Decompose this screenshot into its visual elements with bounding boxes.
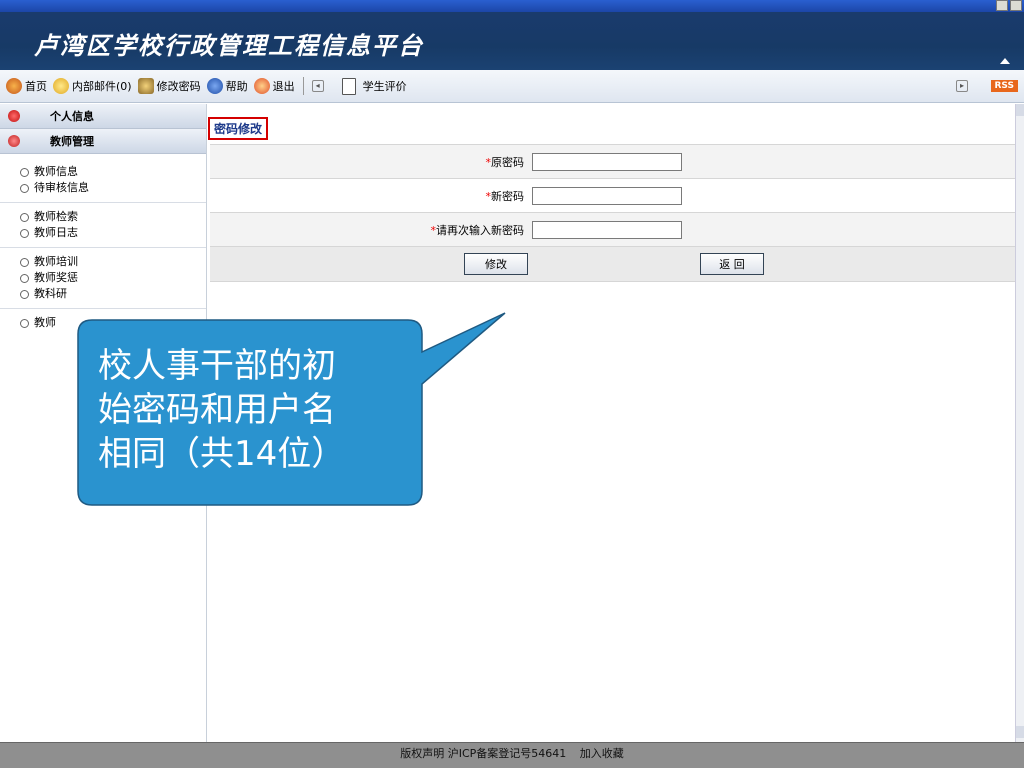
form-actions-row: 修改 返 回 <box>210 246 1016 282</box>
window-titlebar <box>0 0 1024 12</box>
back-button[interactable]: 返 回 <box>700 253 764 275</box>
sidebar-item-teacher-log[interactable]: 教师日志 <box>20 225 206 241</box>
sidebar-group: 教师 <box>0 309 206 337</box>
sidebar-section-label: 教师管理 <box>50 135 94 148</box>
scroll-down-icon[interactable] <box>1016 726 1024 738</box>
old-password-label-text: 原密码 <box>491 156 524 169</box>
toolbar-separator <box>302 77 304 95</box>
key-icon <box>137 78 154 94</box>
toolbar-student-eval[interactable]: 学生评价 <box>341 77 407 95</box>
old-password-input[interactable] <box>532 153 682 171</box>
old-password-label: *原密码 <box>210 154 532 170</box>
document-icon <box>341 77 356 95</box>
footer-copyright-link[interactable]: 版权声明 <box>400 747 444 760</box>
sidebar-group: 教师信息 待审核信息 <box>0 158 206 203</box>
sidebar-section-label: 个人信息 <box>50 110 94 123</box>
toolbar-change-password[interactable]: 修改密码 <box>137 78 201 94</box>
help-icon <box>206 78 223 94</box>
sidebar-item-teacher-awards[interactable]: 教师奖惩 <box>20 270 206 286</box>
app-title: 卢湾区学校行政管理工程信息平台 <box>34 32 424 60</box>
maximize-button[interactable] <box>1010 0 1022 11</box>
sidebar-group: 教师培训 教师奖惩 教科研 <box>0 248 206 309</box>
teacher-management-icon <box>8 135 20 147</box>
toolbar-home-label: 首页 <box>25 80 47 93</box>
toolbar-mail[interactable]: 内部邮件(0) <box>53 78 132 94</box>
sidebar-section-teacher-management[interactable]: 教师管理 <box>0 129 206 154</box>
vertical-scrollbar[interactable] <box>1015 104 1024 742</box>
footer-icp: 沪ICP备案登记号54641 <box>447 747 567 760</box>
sidebar-item-teacher-search[interactable]: 教师检索 <box>20 209 206 225</box>
scroll-up-icon[interactable] <box>1016 104 1024 116</box>
toolbar-exit-label: 退出 <box>272 80 295 93</box>
home-icon <box>6 78 22 94</box>
toolbar-help[interactable]: 帮助 <box>206 78 248 94</box>
sidebar-group: 教师检索 教师日志 <box>0 203 206 248</box>
callout-line-1: 校人事干部的初 <box>98 346 336 386</box>
toolbar: 首页 内部邮件(0) 修改密码 帮助 退出 ◂ 学生评价 ▸ RSS <box>0 70 1024 103</box>
toolbar-help-label: 帮助 <box>225 80 248 93</box>
form-title: 密码修改 <box>208 117 269 140</box>
confirm-password-label: *请再次输入新密码 <box>210 222 532 238</box>
rss-badge[interactable]: RSS <box>990 80 1018 92</box>
sidebar-section-personal-info[interactable]: 个人信息 <box>0 104 206 129</box>
confirm-password-input[interactable] <box>532 221 682 239</box>
collapse-icon[interactable] <box>1000 58 1010 64</box>
toolbar-student-eval-label: 学生评价 <box>362 80 407 93</box>
submit-button[interactable]: 修改 <box>464 253 528 275</box>
sidebar-item-teacher-other[interactable]: 教师 <box>20 315 206 331</box>
new-password-label-text: 新密码 <box>491 190 524 203</box>
toolbar-change-password-label: 修改密码 <box>156 80 201 93</box>
toolbar-home[interactable]: 首页 <box>6 78 47 94</box>
new-password-input[interactable] <box>532 187 682 205</box>
personal-info-icon <box>8 110 20 122</box>
sidebar-item-research[interactable]: 教科研 <box>20 286 206 302</box>
new-password-row: *新密码 <box>210 178 1016 213</box>
new-password-label: *新密码 <box>210 188 532 204</box>
window-controls <box>996 0 1022 11</box>
mail-icon <box>53 78 69 94</box>
footer-favorite-link[interactable]: 加入收藏 <box>580 747 624 760</box>
sidebar-item-pending-review[interactable]: 待审核信息 <box>20 180 206 196</box>
app-header: 卢湾区学校行政管理工程信息平台 <box>0 12 1024 70</box>
confirm-password-row: *请再次输入新密码 <box>210 212 1016 247</box>
nav-left-icon[interactable]: ◂ <box>311 80 324 92</box>
callout-line-3: 相同（共14位） <box>98 434 346 474</box>
exit-icon <box>253 78 270 94</box>
callout-text: 校人事干部的初 始密码和用户名 相同（共14位） <box>98 344 398 476</box>
confirm-password-label-text: 请再次输入新密码 <box>436 224 524 237</box>
minimize-button[interactable] <box>996 0 1008 11</box>
nav-right-icon[interactable]: ▸ <box>956 80 968 92</box>
footer: 版权声明 沪ICP备案登记号54641 加入收藏 <box>0 742 1024 768</box>
toolbar-mail-label: 内部邮件(0) <box>72 80 132 93</box>
sidebar-item-teacher-info[interactable]: 教师信息 <box>20 164 206 180</box>
toolbar-exit[interactable]: 退出 <box>253 78 295 94</box>
sidebar-item-teacher-training[interactable]: 教师培训 <box>20 254 206 270</box>
callout-line-2: 始密码和用户名 <box>98 390 336 430</box>
old-password-row: *原密码 <box>210 144 1016 179</box>
